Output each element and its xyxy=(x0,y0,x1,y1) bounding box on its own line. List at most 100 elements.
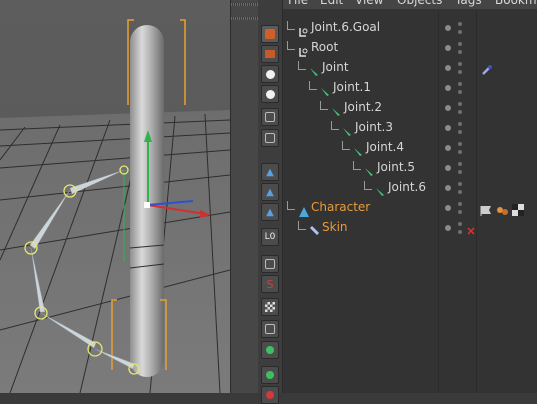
object-name[interactable]: Joint.2 xyxy=(344,100,382,114)
object-name[interactable]: Character xyxy=(311,200,370,214)
sphere-white-icon[interactable] xyxy=(261,65,279,83)
editor-visibility-dot[interactable] xyxy=(458,22,462,26)
spheres-tag-icon[interactable] xyxy=(496,201,508,215)
viewport-scene xyxy=(0,0,230,393)
menu-view[interactable]: View xyxy=(355,0,383,7)
null-icon xyxy=(298,22,308,37)
arrow-up-icon[interactable]: ▲ xyxy=(261,183,279,201)
tree-connector xyxy=(320,109,328,110)
grip-handle[interactable] xyxy=(231,17,259,20)
editor-visibility-dot[interactable] xyxy=(458,42,462,46)
joint-icon xyxy=(375,182,385,196)
tree-connector xyxy=(298,229,306,230)
figure-icon[interactable] xyxy=(261,108,279,126)
tree-connector xyxy=(353,169,361,170)
visibility-dot[interactable] xyxy=(445,45,451,51)
visibility-dot[interactable] xyxy=(445,185,451,191)
object-name[interactable]: Joint.3 xyxy=(355,120,393,134)
green-sphere-icon[interactable] xyxy=(261,366,279,384)
editor-visibility-dot[interactable] xyxy=(458,222,462,226)
object-row[interactable]: Joint.6 xyxy=(283,178,537,198)
menu-file[interactable]: File xyxy=(288,0,308,7)
object-name[interactable]: Joint.1 xyxy=(333,80,371,94)
visibility-dot[interactable] xyxy=(445,225,451,231)
object-row[interactable]: Joint xyxy=(283,58,537,78)
menu-objects[interactable]: Objects xyxy=(397,0,442,7)
render-visibility-dot[interactable] xyxy=(458,150,462,154)
menu-bar: File Edit View Objects Tags Bookm xyxy=(283,0,537,9)
editor-visibility-dot[interactable] xyxy=(458,202,462,206)
phong-tool-icon[interactable] xyxy=(261,25,279,43)
panel-divider[interactable] xyxy=(230,0,259,393)
flag-tag-icon[interactable] xyxy=(480,201,492,216)
editor-visibility-dot[interactable] xyxy=(458,182,462,186)
object-row[interactable]: Joint.5 xyxy=(283,158,537,178)
object-row[interactable]: Root xyxy=(283,38,537,58)
render-visibility-dot[interactable] xyxy=(458,110,462,114)
bone-icon[interactable] xyxy=(261,320,279,338)
object-row[interactable]: Joint.4 xyxy=(283,138,537,158)
visibility-dot[interactable] xyxy=(445,145,451,151)
tree-connector xyxy=(287,209,295,210)
render-visibility-dot[interactable] xyxy=(458,130,462,134)
sphere-white-icon[interactable] xyxy=(261,85,279,103)
viewport-3d[interactable] xyxy=(0,0,230,393)
object-name[interactable]: Skin xyxy=(322,220,348,234)
render-visibility-dot[interactable] xyxy=(458,30,462,34)
visibility-dot[interactable] xyxy=(445,105,451,111)
object-name[interactable]: Joint.4 xyxy=(366,140,404,154)
visibility-dot[interactable] xyxy=(445,125,451,131)
render-visibility-dot[interactable] xyxy=(458,50,462,54)
render-visibility-dot[interactable] xyxy=(458,210,462,214)
visibility-dot[interactable] xyxy=(445,85,451,91)
object-name[interactable]: Joint.5 xyxy=(377,160,415,174)
visibility-dot[interactable] xyxy=(445,25,451,31)
ik-icon[interactable] xyxy=(261,255,279,273)
ik-tag-icon[interactable] xyxy=(481,61,493,75)
object-row[interactable]: Character xyxy=(283,198,537,218)
arrow-up-icon[interactable]: ▲ xyxy=(261,163,279,181)
editor-visibility-dot[interactable] xyxy=(458,162,462,166)
object-row[interactable]: Joint.2 xyxy=(283,98,537,118)
editor-visibility-dot[interactable] xyxy=(458,142,462,146)
menu-edit[interactable]: Edit xyxy=(320,0,343,7)
menu-bookm[interactable]: Bookm xyxy=(495,0,537,7)
spline-icon[interactable]: S xyxy=(261,275,279,293)
object-name[interactable]: Joint.6.Goal xyxy=(311,20,380,34)
editor-visibility-dot[interactable] xyxy=(458,102,462,106)
checker-icon[interactable] xyxy=(261,298,279,316)
render-visibility-dot[interactable] xyxy=(458,90,462,94)
red-sphere-icon[interactable] xyxy=(261,386,279,404)
visibility-dot[interactable] xyxy=(445,65,451,71)
object-row[interactable]: Joint.6.Goal xyxy=(283,18,537,38)
arrow-up-icon[interactable]: ▲ xyxy=(261,203,279,221)
grip-handle[interactable] xyxy=(231,3,259,6)
texture-tool-icon[interactable] xyxy=(261,45,279,63)
visibility-dot[interactable] xyxy=(445,205,451,211)
character-icon xyxy=(298,202,309,217)
tree-connector xyxy=(309,81,310,89)
render-visibility-dot[interactable] xyxy=(458,230,462,234)
render-visibility-dot[interactable] xyxy=(458,190,462,194)
tree-connector xyxy=(309,89,317,90)
null-tool-icon[interactable]: L0 xyxy=(261,228,279,246)
render-visibility-dot[interactable] xyxy=(458,170,462,174)
object-name[interactable]: Joint.6 xyxy=(388,180,426,194)
object-row[interactable]: Skin xyxy=(283,218,537,238)
editor-visibility-dot[interactable] xyxy=(458,82,462,86)
objects-icon[interactable] xyxy=(261,129,279,147)
object-row[interactable]: Joint.3 xyxy=(283,118,537,138)
editor-visibility-dot[interactable] xyxy=(458,62,462,66)
object-row[interactable]: Joint.1 xyxy=(283,78,537,98)
menu-tags[interactable]: Tags xyxy=(455,0,482,7)
object-name[interactable]: Joint xyxy=(322,60,349,74)
checker-tag-icon[interactable] xyxy=(512,201,524,216)
tree-connector xyxy=(353,161,354,169)
render-visibility-dot[interactable] xyxy=(458,70,462,74)
object-name[interactable]: Root xyxy=(311,40,338,54)
disabled-x-icon[interactable] xyxy=(466,221,478,235)
tree-connector xyxy=(298,69,306,70)
visibility-dot[interactable] xyxy=(445,165,451,171)
green-sphere-icon[interactable] xyxy=(261,341,279,359)
editor-visibility-dot[interactable] xyxy=(458,122,462,126)
